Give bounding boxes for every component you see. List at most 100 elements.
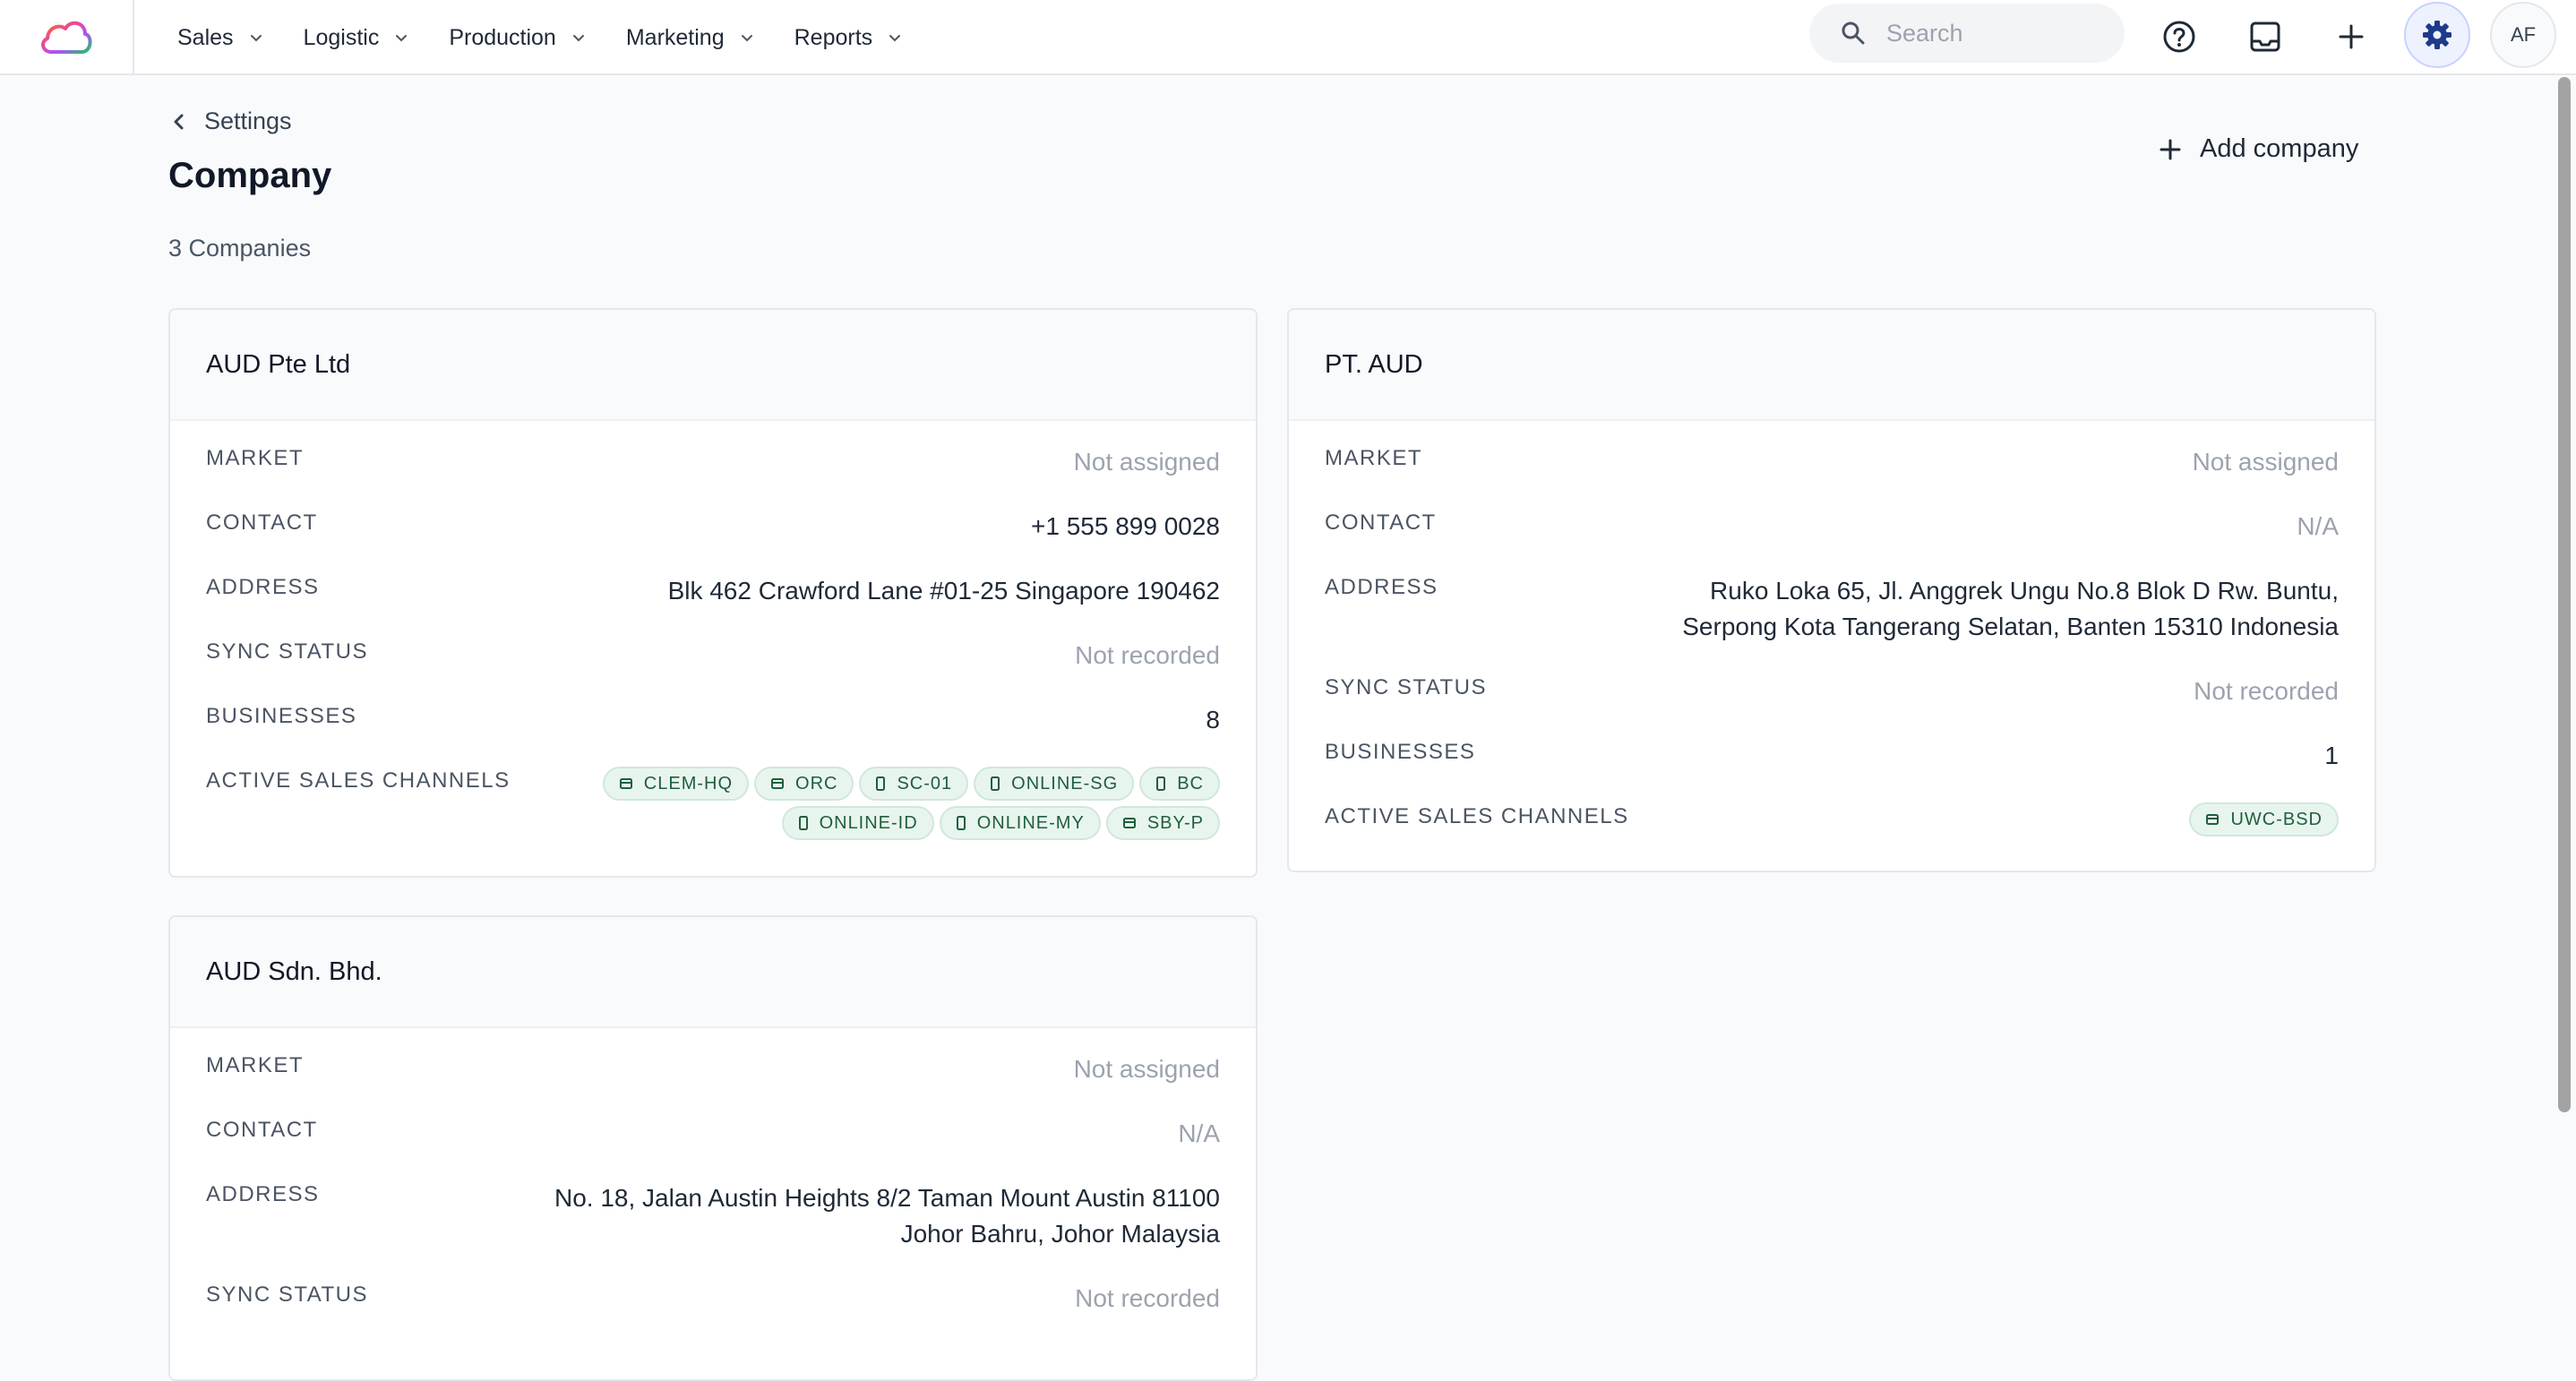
create-button[interactable] bbox=[2323, 9, 2379, 64]
contact-value: N/A bbox=[1178, 1119, 1220, 1147]
store-icon bbox=[2205, 812, 2220, 827]
contact-label: CONTACT bbox=[206, 510, 318, 535]
chevron-down-icon bbox=[396, 35, 408, 42]
market-row: MARKET Not assigned bbox=[206, 1051, 1220, 1087]
store-icon bbox=[619, 776, 633, 791]
channel-chip[interactable]: ONLINE-SG bbox=[974, 767, 1135, 801]
help-button[interactable] bbox=[2151, 9, 2207, 64]
channel-chip[interactable]: BC bbox=[1139, 767, 1220, 801]
channel-chip-label: ORC bbox=[795, 773, 838, 793]
channel-chip-list: UWC-BSD bbox=[2189, 802, 2339, 836]
nav-label: Reports bbox=[794, 24, 873, 50]
company-card[interactable]: AUD Sdn. Bhd. MARKET Not assigned CONTAC… bbox=[168, 915, 1258, 1381]
sync-status-row: SYNC STATUS Not recorded bbox=[206, 1281, 1220, 1317]
page-title: Company bbox=[168, 156, 332, 195]
channel-chip[interactable]: UWC-BSD bbox=[2189, 802, 2339, 836]
back-to-settings-link[interactable]: Settings bbox=[170, 107, 292, 135]
chevron-left-icon bbox=[174, 114, 184, 129]
address-label: ADDRESS bbox=[1325, 575, 1438, 599]
company-count: 3 Companies bbox=[168, 235, 312, 262]
nav-marketing[interactable]: Marketing bbox=[626, 25, 755, 51]
settings-button[interactable] bbox=[2404, 2, 2470, 68]
channel-chip[interactable]: SBY-P bbox=[1105, 806, 1220, 840]
address-line: Johor Bahru, Johor Malaysia bbox=[900, 1220, 1220, 1248]
nav-reports[interactable]: Reports bbox=[794, 25, 904, 51]
gear-icon bbox=[2423, 21, 2451, 49]
businesses-row: BUSINESSES 8 bbox=[206, 702, 1220, 738]
store-icon bbox=[770, 776, 785, 791]
address-label: ADDRESS bbox=[206, 575, 320, 599]
app-logo[interactable] bbox=[0, 0, 134, 75]
nav-label: Marketing bbox=[625, 24, 725, 50]
contact-value: +1 555 899 0028 bbox=[1031, 512, 1220, 540]
sync-status-row: SYNC STATUS Not recorded bbox=[1325, 673, 2339, 709]
add-company-label: Add company bbox=[2200, 134, 2359, 163]
channel-chip-label: BC bbox=[1177, 773, 1204, 793]
market-value: Not assigned bbox=[2192, 448, 2339, 476]
channel-chip-label: ONLINE-ID bbox=[819, 812, 918, 833]
channel-chip[interactable]: SC-01 bbox=[859, 767, 969, 801]
page-scrollbar[interactable] bbox=[2555, 75, 2572, 1342]
company-name: AUD Pte Ltd bbox=[170, 310, 1256, 421]
main-nav: Sales Logistic Production Marketing Repo… bbox=[177, 0, 942, 75]
channel-chip-list: CLEM-HQ ORC SC-01 ONLINE-SG BC ONLINE-ID… bbox=[593, 767, 1220, 840]
address-value: Ruko Loka 65, Jl. Anggrek Ungu No.8 Blok… bbox=[1682, 573, 2339, 645]
nav-label: Logistic bbox=[303, 24, 380, 50]
businesses-value: 8 bbox=[1206, 706, 1220, 733]
chevron-down-icon bbox=[889, 35, 901, 42]
company-card[interactable]: AUD Pte Ltd MARKET Not assigned CONTACT … bbox=[168, 308, 1258, 878]
channel-chip[interactable]: ONLINE-ID bbox=[781, 806, 934, 840]
market-label: MARKET bbox=[206, 1053, 305, 1077]
nav-logistic[interactable]: Logistic bbox=[304, 25, 410, 51]
address-value: Blk 462 Crawford Lane #01-25 Singapore 1… bbox=[668, 573, 1220, 609]
channel-chip-label: ONLINE-MY bbox=[976, 812, 1085, 833]
back-label: Settings bbox=[204, 107, 292, 134]
address-value: No. 18, Jalan Austin Heights 8/2 Taman M… bbox=[554, 1180, 1220, 1252]
sync-status-value: Not recorded bbox=[1075, 641, 1220, 669]
address-line: Blk 462 Crawford Lane #01-25 Singapore 1… bbox=[667, 577, 1220, 605]
address-row: ADDRESS Ruko Loka 65, Jl. Anggrek Ungu N… bbox=[1325, 573, 2339, 645]
plus-icon bbox=[2160, 139, 2181, 159]
contact-row: CONTACT +1 555 899 0028 bbox=[206, 509, 1220, 545]
nav-label: Production bbox=[449, 24, 556, 50]
sync-status-value: Not recorded bbox=[2194, 677, 2339, 705]
sync-status-label: SYNC STATUS bbox=[206, 639, 368, 664]
channel-chip[interactable]: CLEM-HQ bbox=[602, 767, 750, 801]
inbox-button[interactable] bbox=[2237, 9, 2293, 64]
channel-chip-label: SBY-P bbox=[1146, 812, 1204, 833]
phone-icon bbox=[875, 776, 886, 791]
company-card[interactable]: PT. AUD MARKET Not assigned CONTACT N/A … bbox=[1287, 308, 2376, 872]
chevron-down-icon bbox=[250, 35, 262, 42]
address-row: ADDRESS Blk 462 Crawford Lane #01-25 Sin… bbox=[206, 573, 1220, 609]
inbox-icon bbox=[2250, 21, 2280, 52]
active-sales-channels-label: ACTIVE SALES CHANNELS bbox=[1325, 804, 1629, 828]
channel-chip[interactable]: ONLINE-MY bbox=[939, 806, 1101, 840]
businesses-row: BUSINESSES 1 bbox=[1325, 738, 2339, 774]
company-name: AUD Sdn. Bhd. bbox=[170, 917, 1256, 1028]
channel-chip-label: CLEM-HQ bbox=[643, 773, 734, 793]
sync-status-label: SYNC STATUS bbox=[206, 1282, 368, 1307]
cloud-logo-icon bbox=[41, 21, 92, 54]
chevron-down-icon bbox=[572, 35, 584, 42]
nav-sales[interactable]: Sales bbox=[177, 25, 264, 51]
chevron-down-icon bbox=[741, 35, 752, 42]
businesses-value: 1 bbox=[2324, 742, 2339, 769]
market-label: MARKET bbox=[1325, 446, 1423, 470]
add-company-button[interactable]: Add company bbox=[2159, 134, 2358, 164]
channel-chip[interactable]: ORC bbox=[754, 767, 854, 801]
search-box[interactable] bbox=[1809, 4, 2125, 63]
phone-icon bbox=[956, 816, 966, 830]
market-value: Not assigned bbox=[1073, 448, 1220, 476]
address-line: Ruko Loka 65, Jl. Anggrek Ungu No.8 Blok… bbox=[1710, 577, 2339, 605]
contact-label: CONTACT bbox=[206, 1118, 318, 1142]
user-avatar[interactable]: AF bbox=[2490, 2, 2556, 68]
store-icon bbox=[1122, 816, 1137, 830]
channel-chip-label: ONLINE-SG bbox=[1011, 773, 1119, 793]
help-circle-icon bbox=[2163, 21, 2195, 53]
sync-status-value: Not recorded bbox=[1075, 1284, 1220, 1312]
nav-production[interactable]: Production bbox=[449, 25, 587, 51]
scrollbar-thumb[interactable] bbox=[2558, 77, 2571, 1112]
active-sales-channels-row: ACTIVE SALES CHANNELS UWC-BSD bbox=[1325, 802, 2339, 836]
active-sales-channels-label: ACTIVE SALES CHANNELS bbox=[206, 768, 511, 793]
search-input[interactable] bbox=[1885, 18, 2112, 48]
